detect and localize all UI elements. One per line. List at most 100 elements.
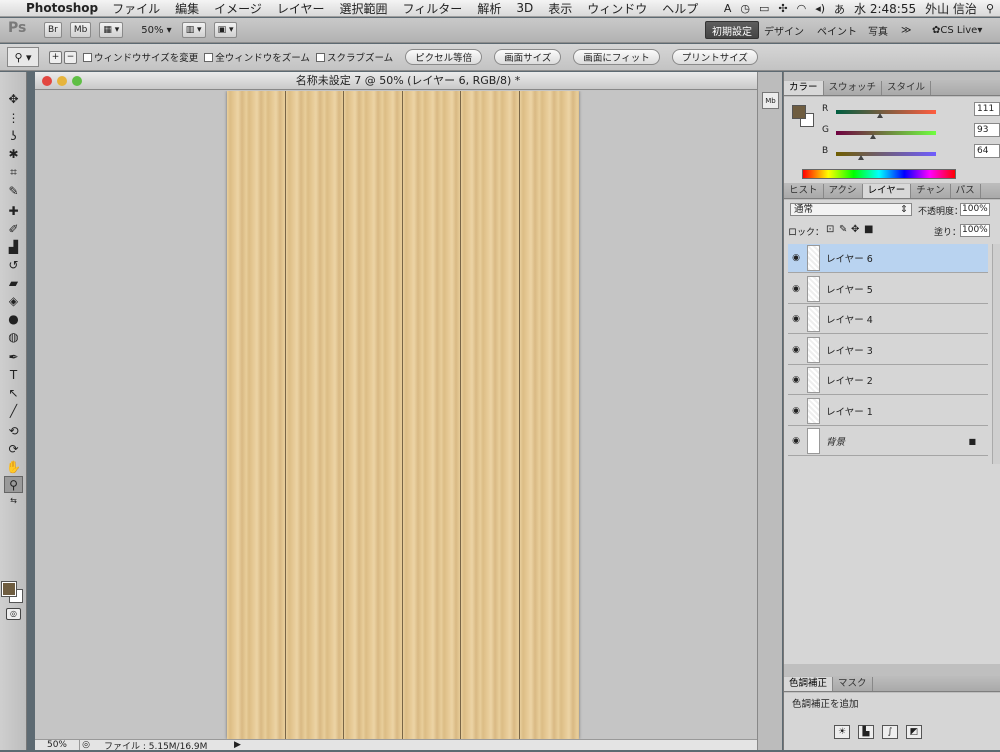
layer-visibility-eye-icon[interactable]: ◉ <box>788 375 804 385</box>
menu-analysis[interactable]: 解析 <box>477 0 501 17</box>
healing-brush-tool-icon[interactable]: ✚ <box>4 202 23 219</box>
blue-slider[interactable]: B 64 <box>822 144 1000 160</box>
zoom-window-icon[interactable] <box>72 76 82 86</box>
swap-colors-icon[interactable]: ⇆ <box>4 495 23 505</box>
bridge-button[interactable]: Br <box>44 22 62 38</box>
layer-visibility-eye-icon[interactable]: ◉ <box>788 284 804 294</box>
menu-window[interactable]: ウィンドウ <box>587 0 647 17</box>
workspace-more-button[interactable]: ≫ <box>895 21 917 39</box>
adobe-icon[interactable]: A <box>724 2 732 15</box>
curves-icon[interactable]: ∫ <box>882 725 898 739</box>
opacity-field[interactable]: 100% <box>960 203 990 216</box>
tab-masks[interactable]: マスク <box>833 677 873 691</box>
view-extras-button[interactable]: ▦ ▾ <box>99 22 124 38</box>
close-window-icon[interactable] <box>42 76 52 86</box>
menu-filter[interactable]: フィルター <box>403 0 463 17</box>
tab-paths[interactable]: パス <box>951 184 981 198</box>
workspace-design[interactable]: デザイン <box>758 21 810 39</box>
lock-all-icon[interactable]: ■ <box>864 224 873 235</box>
menu-file[interactable]: ファイル <box>112 0 160 17</box>
layer-row[interactable]: ◉ レイヤー 2 <box>788 366 988 395</box>
line-tool-icon[interactable]: ╱ <box>4 402 23 419</box>
exposure-icon[interactable]: ◩ <box>906 725 922 739</box>
zoom-tool-icon[interactable]: ⚲ <box>4 476 23 493</box>
layer-visibility-eye-icon[interactable]: ◉ <box>788 436 804 446</box>
fill-screen-button[interactable]: 画面にフィット <box>573 49 660 65</box>
zoom-out-icon[interactable]: − <box>64 50 77 64</box>
layer-name[interactable]: レイヤー 2 <box>826 373 873 387</box>
fit-screen-button[interactable]: 画面サイズ <box>494 49 562 65</box>
workspace-paint[interactable]: ペイント <box>811 21 863 39</box>
clone-stamp-tool-icon[interactable]: ▟ <box>4 238 23 255</box>
bluetooth-icon[interactable]: ✣ <box>778 2 787 15</box>
layer-name[interactable]: レイヤー 4 <box>826 312 873 326</box>
eraser-tool-icon[interactable]: ▰ <box>4 274 23 291</box>
blue-slider-thumb[interactable] <box>858 155 865 160</box>
tab-adjustments[interactable]: 色調補正 <box>784 677 834 691</box>
marquee-tool-icon[interactable]: ⋮ <box>4 109 23 126</box>
layer-visibility-eye-icon[interactable]: ◉ <box>788 253 804 263</box>
layer-name[interactable]: 背景 <box>826 434 845 448</box>
foreground-color-swatch[interactable] <box>1 581 17 597</box>
menu-layer[interactable]: レイヤー <box>277 0 325 17</box>
layer-name[interactable]: レイヤー 6 <box>826 251 873 265</box>
quick-mask-icon[interactable]: ◎ <box>6 608 21 620</box>
blend-mode-select[interactable]: 通常 ⇕ <box>790 203 912 216</box>
tab-actions[interactable]: アクシ <box>824 184 863 198</box>
input-method-icon[interactable]: あ <box>834 1 845 17</box>
color-spectrum-bar[interactable] <box>802 169 956 179</box>
eyedropper-tool-icon[interactable]: ✎ <box>4 182 23 199</box>
screen-mode-button[interactable]: ▣ ▾ <box>213 22 238 38</box>
status-info-icon[interactable]: ◎ <box>80 740 92 750</box>
resize-windows-checkbox[interactable]: ウィンドウサイズを変更 <box>83 50 198 64</box>
paint-bucket-tool-icon[interactable]: ◈ <box>4 292 23 309</box>
workspace-essentials[interactable]: 初期設定 <box>705 21 759 39</box>
timemachine-icon[interactable]: ◷ <box>740 2 750 15</box>
menubar-user[interactable]: 外山 信治 <box>925 0 977 17</box>
layer-row[interactable]: ◉ レイヤー 4 <box>788 305 988 334</box>
layer-name[interactable]: レイヤー 5 <box>826 282 873 296</box>
green-slider-thumb[interactable] <box>869 134 876 139</box>
minibridge-panel-icon[interactable]: Mb <box>762 92 779 109</box>
blur-tool-icon[interactable]: ● <box>4 310 23 327</box>
spotlight-icon[interactable]: ⚲ <box>986 2 994 15</box>
lock-transparency-icon[interactable]: ⊡ <box>826 224 834 235</box>
menu-edit[interactable]: 編集 <box>175 0 199 17</box>
green-value-field[interactable]: 93 <box>974 123 1000 137</box>
canvas-area[interactable] <box>35 91 771 739</box>
tab-swatches[interactable]: スウォッチ <box>824 81 883 95</box>
menubar-clock[interactable]: 水 2:48:55 <box>854 0 916 17</box>
layer-row[interactable]: ◉ レイヤー 3 <box>788 336 988 365</box>
3d-rotate-tool-icon[interactable]: ⟲ <box>4 422 23 439</box>
red-value-field[interactable]: 111 <box>974 102 1000 116</box>
menu-view[interactable]: 表示 <box>548 0 572 17</box>
pen-tool-icon[interactable]: ✒ <box>4 348 23 365</box>
lock-pixels-icon[interactable]: ✎ <box>839 224 847 235</box>
document-title-bar[interactable]: 名称未設定 7 @ 50% (レイヤー 6, RGB/8) * <box>35 72 781 90</box>
color-panel-fg-swatch[interactable] <box>792 105 806 119</box>
layer-name[interactable]: レイヤー 3 <box>826 343 873 357</box>
levels-icon[interactable]: ▙ <box>858 725 874 739</box>
minibridge-button[interactable]: Mb <box>69 22 92 38</box>
tab-histogram[interactable]: ヒスト <box>784 184 824 198</box>
tab-color[interactable]: カラー <box>784 81 824 95</box>
app-menu[interactable]: Photoshop <box>26 1 98 15</box>
3d-orbit-tool-icon[interactable]: ⟳ <box>4 440 23 457</box>
quick-select-tool-icon[interactable]: ✱ <box>4 145 23 162</box>
tool-preset-picker[interactable]: ⚲ ▾ <box>7 47 39 67</box>
blue-value-field[interactable]: 64 <box>974 144 1000 158</box>
status-menu-arrow-icon[interactable]: ▶ <box>234 740 241 750</box>
display-icon[interactable]: ▭ <box>759 2 769 15</box>
type-tool-icon[interactable]: T <box>4 366 23 383</box>
dodge-tool-icon[interactable]: ◍ <box>4 328 23 345</box>
lasso-tool-icon[interactable]: ʖ <box>4 127 23 144</box>
zoom-in-icon[interactable]: + <box>49 50 62 64</box>
status-zoom[interactable]: 50% <box>35 740 80 750</box>
actual-pixels-button[interactable]: ピクセル等倍 <box>405 49 483 65</box>
menu-3d[interactable]: 3D <box>516 1 533 15</box>
layer-row[interactable]: ◉ 背景 ■ <box>788 427 988 456</box>
hand-tool-icon[interactable]: ✋ <box>4 458 23 475</box>
minimize-window-icon[interactable] <box>57 76 67 86</box>
lock-position-icon[interactable]: ✥ <box>851 224 859 235</box>
green-slider[interactable]: G 93 <box>822 123 1000 139</box>
